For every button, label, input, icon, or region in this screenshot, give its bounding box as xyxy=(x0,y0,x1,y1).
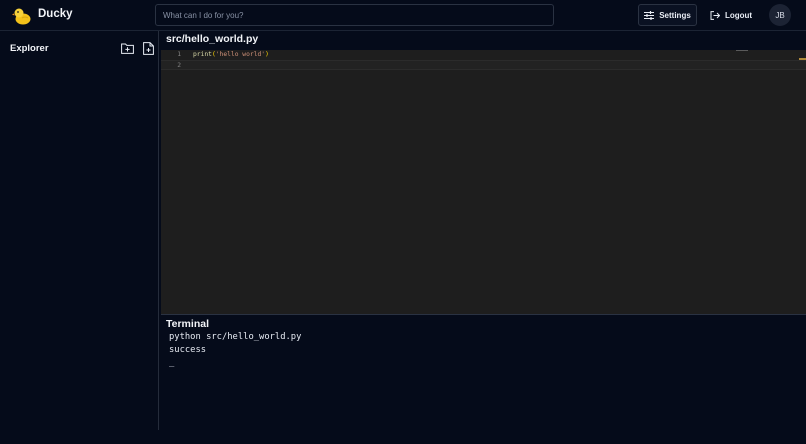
file-plus-icon xyxy=(142,41,154,55)
code-editor[interactable]: 1 print('hello world') 2 xyxy=(161,50,806,314)
settings-label: Settings xyxy=(659,10,691,20)
search-input[interactable] xyxy=(155,4,554,26)
line-number: 1 xyxy=(177,51,181,58)
duck-icon[interactable] xyxy=(12,6,32,26)
explorer-sidebar: Explorer xyxy=(0,31,159,430)
terminal-panel[interactable]: Terminal python src/hello_world.py succe… xyxy=(161,314,806,430)
terminal-line: python src/hello_world.py xyxy=(169,332,302,342)
explorer-title: Explorer xyxy=(10,43,49,54)
app-title: Ducky xyxy=(38,8,73,20)
line-number: 2 xyxy=(177,62,181,69)
terminal-cursor[interactable]: _ xyxy=(169,358,174,368)
settings-button[interactable]: Settings xyxy=(638,4,697,26)
top-bar: Ducky Settings Logout JB xyxy=(0,0,806,31)
avatar[interactable]: JB xyxy=(769,4,791,26)
code-bracket: ) xyxy=(265,51,269,58)
code-function: print xyxy=(193,51,212,58)
new-file-button[interactable] xyxy=(141,41,155,55)
code-line-active[interactable]: 2 xyxy=(161,60,806,70)
new-folder-button[interactable] xyxy=(120,41,134,55)
sliders-icon xyxy=(644,10,655,20)
logout-icon xyxy=(710,10,720,20)
file-path-title: src/hello_world.py xyxy=(166,33,259,45)
logout-label: Logout xyxy=(724,10,753,20)
logout-button[interactable]: Logout xyxy=(705,4,757,26)
terminal-title: Terminal xyxy=(166,318,209,330)
bottom-strip xyxy=(0,430,806,444)
code-line[interactable]: 1 print('hello world') xyxy=(161,50,806,60)
folder-plus-icon xyxy=(120,43,134,54)
code-text: print('hello world') xyxy=(193,50,269,60)
terminal-line: success xyxy=(169,345,207,355)
code-string: 'hello world' xyxy=(215,51,266,58)
